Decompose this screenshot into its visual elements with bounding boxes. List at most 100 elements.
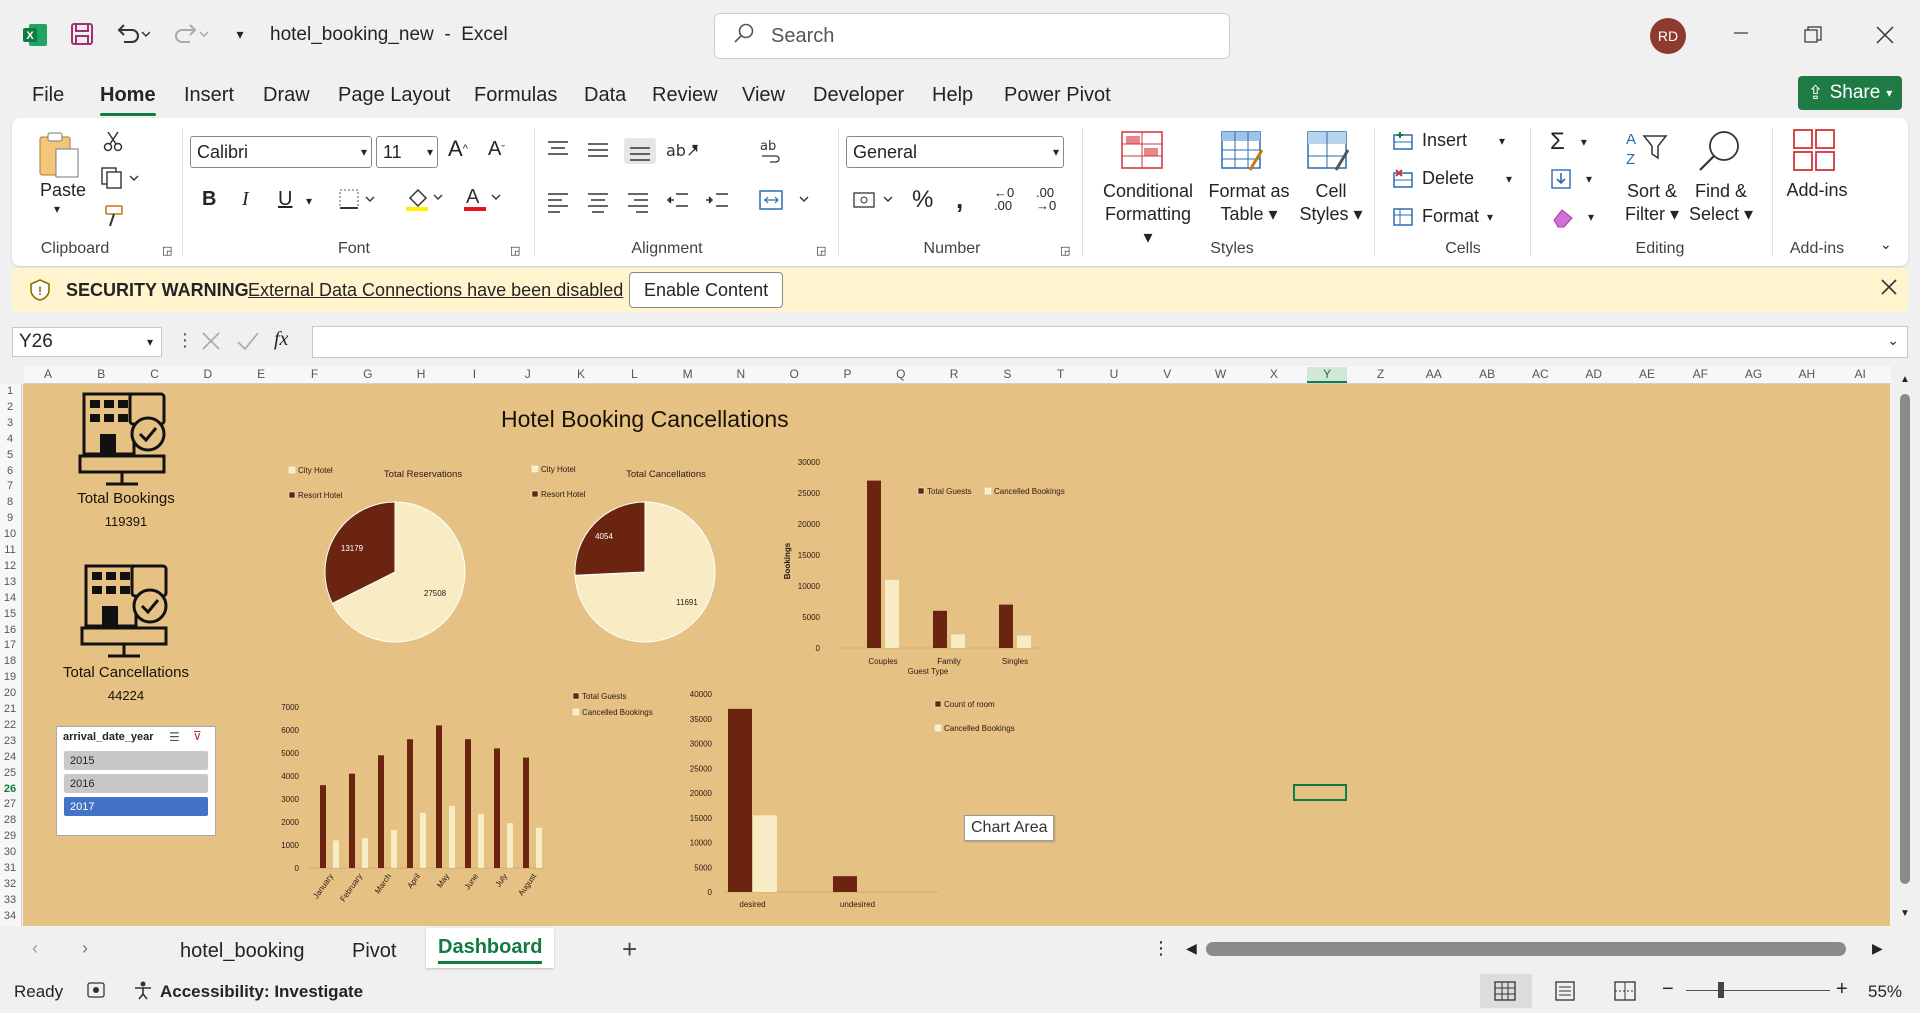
font-launcher-icon[interactable]: ◲ [510,244,520,257]
scroll-left-icon[interactable]: ◀ [1186,940,1197,957]
sheet-tab-hotel-booking[interactable]: hotel_booking [180,940,305,963]
tab-power-pivot[interactable]: Power Pivot [1004,84,1111,107]
row-header-15[interactable]: 15 [0,608,20,620]
column-header-C[interactable]: C [135,367,175,381]
horizontal-align-icons[interactable] [546,190,746,214]
tab-home[interactable]: Home [100,84,156,116]
more-sheets-icon[interactable]: ⋮ [1152,938,1170,959]
row-header-1[interactable]: 1 [0,385,20,397]
save-icon[interactable] [68,20,96,48]
column-header-S[interactable]: S [987,367,1027,381]
macro-recording-icon[interactable] [86,980,108,1005]
row-header-28[interactable]: 28 [0,814,20,826]
accessibility-status[interactable]: Accessibility: Investigate [160,982,363,1002]
increase-decimal-icon[interactable]: ←0.00 [994,186,1014,212]
underline-button[interactable]: U [278,188,292,211]
row-header-16[interactable]: 16 [0,624,20,636]
row-header-27[interactable]: 27 [0,798,20,810]
row-header-33[interactable]: 33 [0,894,20,906]
number-launcher-icon[interactable]: ◲ [1060,244,1070,257]
row-header-12[interactable]: 12 [0,560,20,572]
column-header-T[interactable]: T [1041,367,1081,381]
row-header-25[interactable]: 25 [0,767,20,779]
column-header-F[interactable]: F [295,367,335,381]
row-header-23[interactable]: 23 [0,735,20,747]
row-header-26[interactable]: 26 [0,783,20,795]
font-size-combo[interactable]: 11 ▾ [376,136,438,168]
column-header-K[interactable]: K [561,367,601,381]
format-cells-button[interactable]: Format ▾ [1392,206,1493,227]
conditional-formatting-icon[interactable] [1120,130,1164,170]
scroll-up-icon[interactable]: ▲ [1900,374,1910,385]
find-select-button[interactable]: Find & Select ▾ [1688,180,1754,226]
copy-icon[interactable] [100,166,140,190]
decrease-font-size-icon[interactable]: Aˇ [488,138,505,161]
format-as-table-icon[interactable] [1220,130,1266,174]
tab-view[interactable]: View [742,84,785,107]
column-header-W[interactable]: W [1201,367,1241,381]
scroll-down-icon[interactable]: ▼ [1900,908,1910,919]
accessibility-icon[interactable] [132,980,154,1005]
row-header-14[interactable]: 14 [0,592,20,604]
fill-button[interactable]: ▾ [1550,168,1592,190]
tab-review[interactable]: Review [652,84,718,107]
close-window-icon[interactable] [1870,20,1900,50]
charts-layer[interactable]: Total Reservations City Hotel Resort Hotel… [23,384,1890,926]
sort-filter-icon[interactable]: AZ [1624,128,1672,174]
next-sheet-icon[interactable]: › [82,938,88,959]
tab-file[interactable]: File [32,84,64,107]
row-header-34[interactable]: 34 [0,910,20,922]
expand-formula-icon[interactable]: ⌄ [1887,332,1899,349]
insert-cells-button[interactable]: Insert ▾ [1392,130,1505,151]
increase-font-size-icon[interactable]: A ^ [448,136,468,162]
tab-help[interactable]: Help [932,84,973,107]
row-header-17[interactable]: 17 [0,639,20,651]
column-header-Z[interactable]: Z [1361,367,1401,381]
column-header-R[interactable]: R [934,367,974,381]
format-painter-icon[interactable] [102,204,126,228]
column-header-L[interactable]: L [614,367,654,381]
conditional-formatting-button[interactable]: Conditional Formatting ▾ [1098,180,1198,249]
row-header-13[interactable]: 13 [0,576,20,588]
customize-toolbar-icon[interactable]: ▾ [230,22,250,46]
row-header-4[interactable]: 4 [0,433,20,445]
alignment-launcher-icon[interactable]: ◲ [816,244,826,257]
addins-button[interactable]: Add-ins [1782,180,1852,201]
tab-page-layout[interactable]: Page Layout [338,84,450,107]
enable-content-button[interactable]: Enable Content [629,272,784,308]
row-header-5[interactable]: 5 [0,449,20,461]
redo-icon[interactable] [170,20,210,48]
orientation-chevron-icon[interactable]: ▾ [692,140,698,154]
row-header-20[interactable]: 20 [0,687,20,699]
paste-label[interactable]: Paste [40,180,86,201]
font-color-icon[interactable]: A [462,184,504,212]
column-header-AD[interactable]: AD [1574,367,1614,381]
scroll-right-icon[interactable]: ▶ [1872,940,1883,957]
insert-function-icon[interactable]: fx [274,328,288,351]
row-header-29[interactable]: 29 [0,830,20,842]
row-header-21[interactable]: 21 [0,703,20,715]
page-layout-view-icon[interactable] [1554,981,1576,1006]
row-header-8[interactable]: 8 [0,496,20,508]
confirm-edit-icon[interactable] [236,330,260,357]
column-header-X[interactable]: X [1254,367,1294,381]
number-format-combo[interactable]: General ▾ [846,136,1064,168]
column-header-AB[interactable]: AB [1467,367,1507,381]
bold-button[interactable]: B [202,188,216,211]
prev-sheet-icon[interactable]: ‹ [32,938,38,959]
column-header-Q[interactable]: Q [881,367,921,381]
row-header-30[interactable]: 30 [0,846,20,858]
close-warning-icon[interactable] [1880,278,1898,301]
row-header-9[interactable]: 9 [0,512,20,524]
horizontal-scroll-thumb[interactable] [1206,942,1846,956]
minimize-icon[interactable] [1726,18,1756,48]
fill-color-icon[interactable] [404,184,446,212]
tab-draw[interactable]: Draw [263,84,310,107]
user-avatar[interactable]: RD [1650,18,1686,54]
sort-filter-button[interactable]: Sort & Filter ▾ [1620,180,1684,226]
column-header-AI[interactable]: AI [1840,367,1880,381]
column-header-AH[interactable]: AH [1787,367,1827,381]
search-box[interactable]: Search [714,13,1230,59]
row-header-11[interactable]: 11 [0,544,20,556]
tab-insert[interactable]: Insert [184,84,234,107]
